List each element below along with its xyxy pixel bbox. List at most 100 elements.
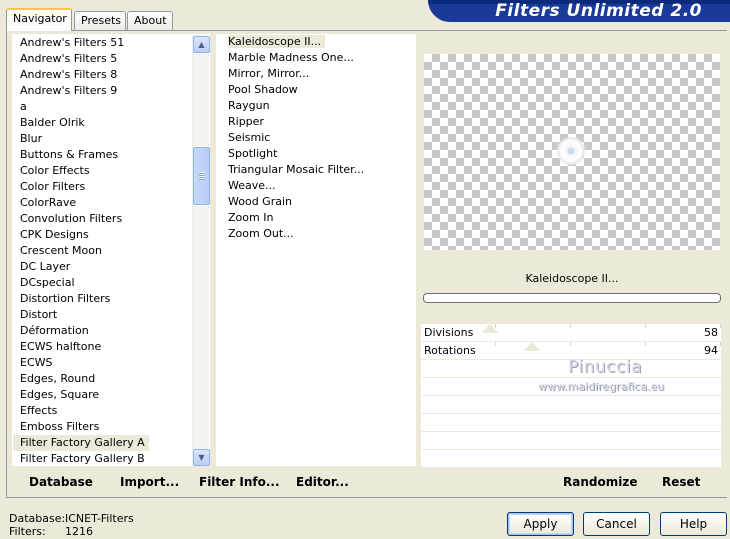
- filter-label: Marble Madness One...: [228, 51, 354, 64]
- filter-item[interactable]: Wood Grain: [216, 194, 416, 210]
- category-item[interactable]: Filter Factory Gallery B: [13, 451, 209, 465]
- cancel-button[interactable]: Cancel: [583, 512, 650, 536]
- slider-thumb-icon[interactable]: [523, 342, 541, 351]
- filters-label: Filters:: [9, 525, 46, 538]
- category-item[interactable]: ECWS: [13, 355, 209, 371]
- category-item[interactable]: Emboss Filters: [13, 419, 209, 435]
- filter-label: Zoom In: [228, 211, 274, 224]
- database-button[interactable]: Database: [29, 475, 93, 489]
- parameter-sliders: Divisions 58 Rotations 94: [421, 324, 721, 468]
- param-value: 58: [704, 326, 718, 339]
- filter-info-button[interactable]: Filter Info...: [199, 475, 280, 489]
- category-item[interactable]: Effects: [13, 403, 209, 419]
- category-label: Andrew's Filters 51: [20, 36, 125, 49]
- editor-button[interactable]: Editor...: [296, 475, 349, 489]
- filter-item[interactable]: Zoom Out...: [216, 226, 416, 242]
- category-item[interactable]: Andrew's Filters 9: [13, 83, 209, 99]
- help-button[interactable]: Help: [660, 512, 727, 536]
- filter-item[interactable]: Spotlight: [216, 146, 416, 162]
- filter-item[interactable]: Marble Madness One...: [216, 50, 416, 66]
- tab-presets[interactable]: Presets: [74, 11, 126, 30]
- empty-param-row: [421, 450, 721, 468]
- category-label: Effects: [20, 404, 58, 417]
- category-item[interactable]: Déformation: [13, 323, 209, 339]
- category-label: Edges, Square: [20, 388, 100, 401]
- category-label: CPK Designs: [20, 228, 89, 241]
- randomize-button[interactable]: Randomize: [563, 475, 637, 489]
- category-scrollbar[interactable]: ▲ ▼: [192, 35, 210, 466]
- category-item[interactable]: Edges, Round: [13, 371, 209, 387]
- category-label: Andrew's Filters 9: [20, 84, 118, 97]
- header-banner: Filters Unlimited 2.0: [428, 0, 730, 22]
- import-button[interactable]: Import...: [120, 475, 179, 489]
- category-item[interactable]: Distort: [13, 307, 209, 323]
- database-label: Database:: [9, 512, 66, 525]
- category-item[interactable]: Color Filters: [13, 179, 209, 195]
- category-item[interactable]: DCspecial: [13, 275, 209, 291]
- category-item[interactable]: ColorRave: [13, 195, 209, 211]
- filter-label: Triangular Mosaic Filter...: [228, 163, 365, 176]
- category-label: ECWS: [20, 356, 53, 369]
- grip-icon: [199, 172, 205, 180]
- watermark-name: Pinuccia: [568, 357, 642, 377]
- kaleidoscope-center-icon: [556, 136, 586, 166]
- filter-item[interactable]: Weave...: [216, 178, 416, 194]
- param-label: Rotations: [424, 344, 476, 357]
- status-area: Database: ICNET-Filters Filters: 1216: [9, 512, 134, 538]
- reset-button[interactable]: Reset: [662, 475, 700, 489]
- category-label: Blur: [20, 132, 43, 145]
- filter-item[interactable]: Kaleidoscope II...: [216, 34, 416, 50]
- filter-item[interactable]: Seismic: [216, 130, 416, 146]
- filter-item[interactable]: Raygun: [216, 98, 416, 114]
- slider-thumb-icon[interactable]: [481, 324, 499, 333]
- category-label: ColorRave: [20, 196, 77, 209]
- category-item[interactable]: ECWS halftone: [13, 339, 209, 355]
- filter-item[interactable]: Ripper: [216, 114, 416, 130]
- filter-item[interactable]: Triangular Mosaic Filter...: [216, 162, 416, 178]
- category-item[interactable]: Distortion Filters: [13, 291, 209, 307]
- category-item[interactable]: Filter Factory Gallery A: [13, 435, 209, 451]
- param-label: Divisions: [424, 326, 474, 339]
- tab-navigator[interactable]: Navigator: [6, 8, 72, 31]
- filter-label: Weave...: [228, 179, 276, 192]
- category-list[interactable]: Andrew's Filters 51 Andrew's Filters 5 And…: [12, 34, 210, 466]
- filter-item[interactable]: Zoom In: [216, 210, 416, 226]
- progress-bar: [423, 293, 721, 303]
- category-label: Filter Factory Gallery A: [13, 435, 149, 451]
- filter-label: Raygun: [228, 99, 270, 112]
- filter-list[interactable]: Kaleidoscope II... Marble Madness One... M…: [216, 34, 416, 466]
- category-item[interactable]: Andrew's Filters 8: [13, 67, 209, 83]
- filter-label: Spotlight: [228, 147, 278, 160]
- filter-label: Mirror, Mirror...: [228, 67, 310, 80]
- category-label: Distortion Filters: [20, 292, 111, 305]
- category-label: Color Filters: [20, 180, 86, 193]
- category-item[interactable]: Convolution Filters: [13, 211, 209, 227]
- category-label: Emboss Filters: [20, 420, 100, 433]
- preview-canvas: [424, 54, 720, 250]
- filter-label: Kaleidoscope II...: [228, 35, 326, 48]
- tab-about[interactable]: About: [127, 11, 173, 30]
- scroll-down-icon[interactable]: ▼: [193, 449, 210, 466]
- category-item[interactable]: DC Layer: [13, 259, 209, 275]
- category-item[interactable]: Color Effects: [13, 163, 209, 179]
- category-item[interactable]: CPK Designs: [13, 227, 209, 243]
- category-item[interactable]: a: [13, 99, 209, 115]
- category-item[interactable]: Andrew's Filters 5: [13, 51, 209, 67]
- category-item[interactable]: Balder Olrik: [13, 115, 209, 131]
- scroll-thumb[interactable]: [193, 147, 210, 205]
- category-item[interactable]: Andrew's Filters 51: [13, 35, 209, 51]
- param-slider-divisions[interactable]: Divisions 58: [421, 324, 721, 342]
- filter-item[interactable]: Mirror, Mirror...: [216, 66, 416, 82]
- category-label: Convolution Filters: [20, 212, 123, 225]
- category-item[interactable]: Blur: [13, 131, 209, 147]
- filter-label: Seismic: [228, 131, 271, 144]
- scroll-up-icon[interactable]: ▲: [193, 36, 210, 53]
- category-item[interactable]: Edges, Square: [13, 387, 209, 403]
- apply-button[interactable]: Apply: [507, 512, 574, 536]
- banner-title: Filters Unlimited 2.0: [495, 1, 702, 21]
- filters-count: 1216: [65, 525, 93, 538]
- category-item[interactable]: Crescent Moon: [13, 243, 209, 259]
- category-label: DCspecial: [20, 276, 75, 289]
- category-item[interactable]: Buttons & Frames: [13, 147, 209, 163]
- filter-item[interactable]: Pool Shadow: [216, 82, 416, 98]
